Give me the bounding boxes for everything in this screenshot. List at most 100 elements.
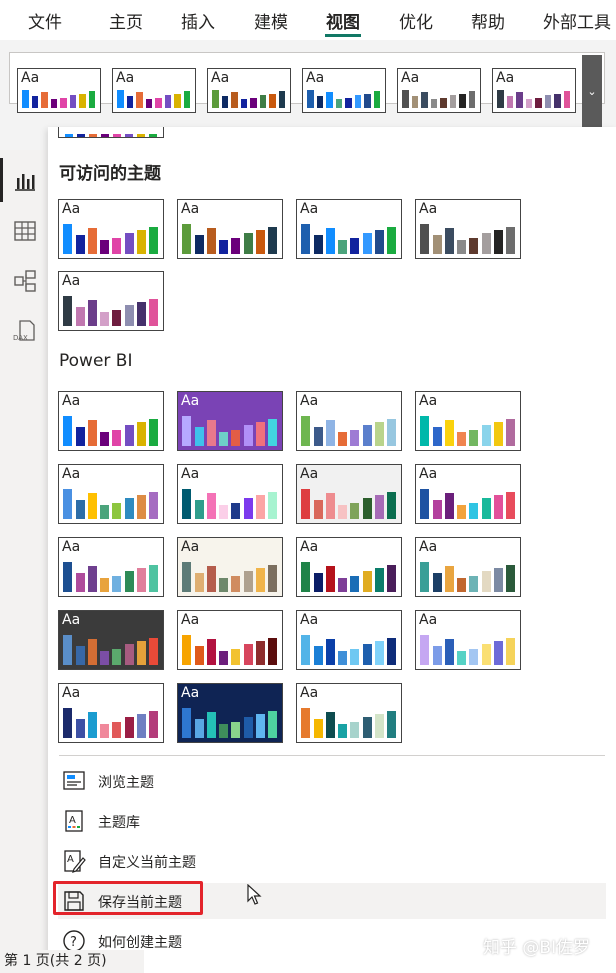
powerbi-theme-thumbnail[interactable]: Aa (415, 537, 521, 597)
theme-color-swatch (325, 712, 335, 738)
watermark: 知乎 @BI佐罗 (483, 938, 591, 958)
accessible-theme-thumbnail[interactable]: Aa (415, 199, 521, 259)
powerbi-theme-thumbnail[interactable]: Aa (58, 391, 164, 451)
dax-query-view-icon[interactable]: DAX (12, 318, 38, 344)
powerbi-theme-thumbnail[interactable]: Aa (177, 610, 283, 670)
theme-color-swatch (350, 238, 360, 254)
theme-color-swatch (124, 305, 134, 326)
ribbon-theme-thumbnail[interactable]: Aa (17, 68, 101, 113)
view-switcher: DAX (0, 150, 48, 950)
tab-modeling[interactable]: 建模 (254, 8, 288, 33)
theme-color-swatch (155, 98, 162, 108)
powerbi-theme-thumbnail[interactable]: Aa (296, 537, 402, 597)
theme-color-swatch (444, 639, 454, 665)
powerbi-theme-thumbnail[interactable]: Aa (177, 683, 283, 743)
theme-gallery-icon: A (65, 810, 83, 832)
tab-optimize[interactable]: 优化 (399, 8, 433, 33)
theme-color-swatch (75, 500, 85, 519)
theme-color-bars (419, 481, 517, 519)
theme-color-swatch (468, 91, 476, 108)
powerbi-theme-thumbnail[interactable]: Aa (296, 610, 402, 670)
menu-divider (59, 755, 605, 756)
theme-color-swatch (255, 714, 265, 738)
theme-color-swatch (301, 562, 311, 592)
tab-home[interactable]: 主页 (109, 8, 143, 33)
theme-color-swatch (149, 299, 159, 326)
theme-color-bars (62, 627, 160, 665)
ribbon-theme-thumbnail[interactable]: Aa (492, 68, 576, 113)
powerbi-theme-thumbnail[interactable]: Aa (296, 464, 402, 524)
theme-color-swatch (87, 228, 97, 254)
powerbi-theme-thumbnail[interactable]: Aa (58, 610, 164, 670)
accessible-theme-thumbnail[interactable]: Aa (296, 199, 402, 259)
customize-theme-item[interactable]: A 自定义当前主题 (58, 843, 606, 879)
theme-color-swatch (206, 420, 216, 446)
powerbi-theme-thumbnail[interactable]: Aa (296, 391, 402, 451)
gallery-expand-button[interactable]: ⌄ (582, 55, 602, 129)
browse-themes-item[interactable]: 浏览主题 (58, 763, 606, 799)
theme-color-swatch (345, 98, 352, 108)
tab-help[interactable]: 帮助 (471, 8, 505, 33)
ribbon-theme-thumbnail[interactable]: Aa (112, 68, 196, 113)
theme-sample-text: Aa (62, 539, 81, 555)
ribbon-theme-thumbnail[interactable]: Aa (397, 68, 481, 113)
model-view-icon[interactable] (12, 268, 38, 294)
theme-color-swatch (506, 419, 516, 446)
accessible-theme-thumbnail[interactable]: Aa (58, 271, 164, 331)
theme-color-swatch (506, 565, 516, 592)
svg-text:DAX: DAX (13, 334, 28, 342)
powerbi-theme-thumbnail[interactable]: Aa (296, 683, 402, 743)
theme-color-swatch (255, 422, 265, 446)
theme-color-swatch (493, 495, 503, 519)
theme-color-swatch (112, 238, 122, 254)
theme-color-swatch (112, 430, 122, 446)
tab-file[interactable]: 文件 (28, 8, 62, 33)
theme-color-swatch (449, 95, 457, 108)
theme-color-swatch (432, 646, 442, 665)
theme-color-swatch (374, 641, 384, 665)
accessible-theme-thumbnail[interactable]: Aa (58, 199, 164, 259)
theme-color-swatch (136, 230, 146, 254)
theme-color-bars (401, 85, 477, 108)
theme-color-bars (211, 85, 287, 108)
theme-color-swatch (374, 422, 384, 446)
tab-insert[interactable]: 插入 (181, 8, 215, 33)
theme-color-swatch (420, 224, 430, 254)
powerbi-theme-thumbnail[interactable]: Aa (415, 464, 521, 524)
report-view-icon[interactable] (12, 168, 38, 194)
theme-color-swatch (325, 493, 335, 519)
theme-color-swatch (374, 714, 384, 738)
theme-color-swatch (219, 240, 229, 254)
accessible-theme-thumbnail[interactable]: Aa (177, 199, 283, 259)
tab-view[interactable]: 视图 (326, 8, 360, 33)
theme-color-swatch (444, 493, 454, 519)
powerbi-theme-thumbnail[interactable]: Aa (58, 537, 164, 597)
theme-gallery-item[interactable]: A 主题库 (58, 803, 606, 839)
theme-color-swatch (506, 227, 516, 254)
theme-color-swatch (338, 505, 348, 519)
powerbi-theme-thumbnail[interactable]: Aa (177, 537, 283, 597)
theme-color-swatch (420, 635, 430, 665)
theme-color-swatch (182, 489, 192, 519)
powerbi-theme-thumbnail[interactable]: Aa (415, 391, 521, 451)
theme-thumbnail-partial[interactable] (58, 127, 164, 138)
ribbon-theme-thumbnail[interactable]: Aa (207, 68, 291, 113)
theme-color-swatch (117, 90, 124, 108)
powerbi-theme-thumbnail[interactable]: Aa (415, 610, 521, 670)
powerbi-theme-thumbnail[interactable]: Aa (177, 464, 283, 524)
theme-color-swatch (444, 566, 454, 592)
powerbi-theme-thumbnail[interactable]: Aa (58, 683, 164, 743)
powerbi-theme-thumbnail[interactable]: Aa (58, 464, 164, 524)
theme-color-swatch (432, 235, 442, 254)
theme-color-swatch (231, 503, 241, 519)
theme-color-bars (181, 554, 279, 592)
theme-color-swatch (182, 224, 192, 254)
powerbi-theme-thumbnail[interactable]: Aa (177, 391, 283, 451)
theme-color-swatch (124, 233, 134, 254)
theme-sample-text: Aa (62, 273, 81, 289)
table-view-icon[interactable] (12, 218, 38, 244)
ribbon-theme-thumbnail[interactable]: Aa (302, 68, 386, 113)
theme-color-swatch (402, 90, 409, 108)
theme-color-swatch (432, 573, 442, 592)
tab-external-tools[interactable]: 外部工具 (543, 8, 611, 33)
